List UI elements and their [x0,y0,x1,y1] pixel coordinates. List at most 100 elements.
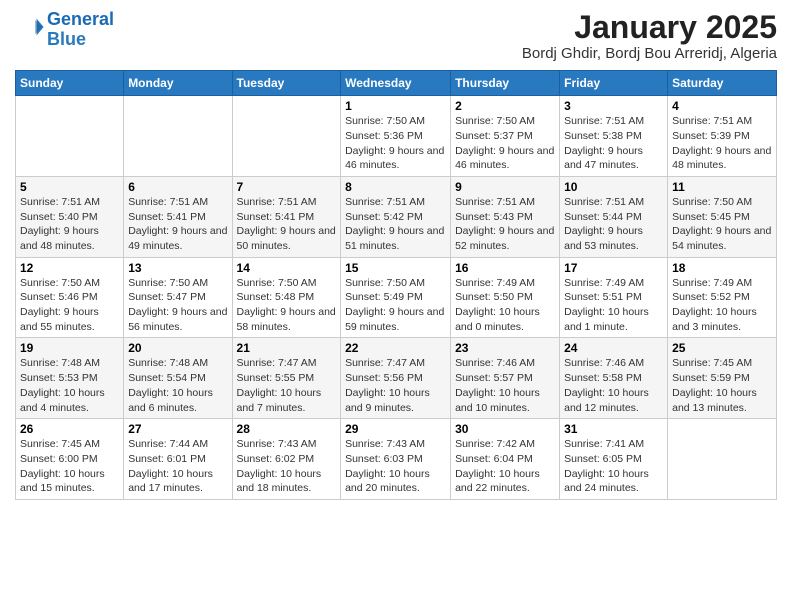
day-number: 3 [564,99,663,113]
day-info: Sunrise: 7:51 AM Sunset: 5:41 PM Dayligh… [237,195,337,254]
calendar-cell: 26Sunrise: 7:45 AM Sunset: 6:00 PM Dayli… [16,419,124,500]
day-info: Sunrise: 7:51 AM Sunset: 5:42 PM Dayligh… [345,195,446,254]
calendar-cell: 25Sunrise: 7:45 AM Sunset: 5:59 PM Dayli… [668,338,777,419]
day-info: Sunrise: 7:50 AM Sunset: 5:46 PM Dayligh… [20,276,119,335]
calendar-cell: 20Sunrise: 7:48 AM Sunset: 5:54 PM Dayli… [124,338,232,419]
calendar-cell: 23Sunrise: 7:46 AM Sunset: 5:57 PM Dayli… [451,338,560,419]
page-header: General Blue January 2025 Bordj Ghdir, B… [15,10,777,62]
day-number: 16 [455,261,555,275]
day-header-sunday: Sunday [16,71,124,96]
calendar-cell: 15Sunrise: 7:50 AM Sunset: 5:49 PM Dayli… [341,257,451,338]
calendar-cell: 4Sunrise: 7:51 AM Sunset: 5:39 PM Daylig… [668,96,777,177]
day-info: Sunrise: 7:49 AM Sunset: 5:52 PM Dayligh… [672,276,772,335]
day-info: Sunrise: 7:51 AM Sunset: 5:41 PM Dayligh… [128,195,227,254]
day-number: 6 [128,180,227,194]
day-number: 11 [672,180,772,194]
day-number: 19 [20,341,119,355]
day-number: 17 [564,261,663,275]
day-number: 1 [345,99,446,113]
day-info: Sunrise: 7:47 AM Sunset: 5:56 PM Dayligh… [345,356,446,415]
day-number: 28 [237,422,337,436]
calendar-cell: 27Sunrise: 7:44 AM Sunset: 6:01 PM Dayli… [124,419,232,500]
calendar-cell [124,96,232,177]
day-info: Sunrise: 7:45 AM Sunset: 5:59 PM Dayligh… [672,356,772,415]
day-info: Sunrise: 7:42 AM Sunset: 6:04 PM Dayligh… [455,437,555,496]
calendar-cell: 8Sunrise: 7:51 AM Sunset: 5:42 PM Daylig… [341,176,451,257]
day-info: Sunrise: 7:50 AM Sunset: 5:49 PM Dayligh… [345,276,446,335]
day-info: Sunrise: 7:49 AM Sunset: 5:51 PM Dayligh… [564,276,663,335]
day-number: 7 [237,180,337,194]
calendar-cell: 1Sunrise: 7:50 AM Sunset: 5:36 PM Daylig… [341,96,451,177]
week-row-3: 12Sunrise: 7:50 AM Sunset: 5:46 PM Dayli… [16,257,777,338]
day-number: 29 [345,422,446,436]
calendar-cell: 21Sunrise: 7:47 AM Sunset: 5:55 PM Dayli… [232,338,341,419]
day-number: 30 [455,422,555,436]
day-info: Sunrise: 7:50 AM Sunset: 5:36 PM Dayligh… [345,114,446,173]
day-number: 24 [564,341,663,355]
day-info: Sunrise: 7:45 AM Sunset: 6:00 PM Dayligh… [20,437,119,496]
calendar-title: January 2025 [522,10,777,45]
day-info: Sunrise: 7:44 AM Sunset: 6:01 PM Dayligh… [128,437,227,496]
calendar-cell: 14Sunrise: 7:50 AM Sunset: 5:48 PM Dayli… [232,257,341,338]
day-number: 14 [237,261,337,275]
calendar-cell: 24Sunrise: 7:46 AM Sunset: 5:58 PM Dayli… [560,338,668,419]
day-info: Sunrise: 7:49 AM Sunset: 5:50 PM Dayligh… [455,276,555,335]
day-number: 26 [20,422,119,436]
day-info: Sunrise: 7:46 AM Sunset: 5:58 PM Dayligh… [564,356,663,415]
day-info: Sunrise: 7:51 AM Sunset: 5:39 PM Dayligh… [672,114,772,173]
day-info: Sunrise: 7:50 AM Sunset: 5:37 PM Dayligh… [455,114,555,173]
day-number: 8 [345,180,446,194]
day-number: 25 [672,341,772,355]
calendar-cell: 6Sunrise: 7:51 AM Sunset: 5:41 PM Daylig… [124,176,232,257]
day-number: 12 [20,261,119,275]
days-header-row: SundayMondayTuesdayWednesdayThursdayFrid… [16,71,777,96]
calendar-cell: 2Sunrise: 7:50 AM Sunset: 5:37 PM Daylig… [451,96,560,177]
day-number: 13 [128,261,227,275]
calendar-cell: 18Sunrise: 7:49 AM Sunset: 5:52 PM Dayli… [668,257,777,338]
week-row-2: 5Sunrise: 7:51 AM Sunset: 5:40 PM Daylig… [16,176,777,257]
day-info: Sunrise: 7:51 AM Sunset: 5:38 PM Dayligh… [564,114,663,173]
day-info: Sunrise: 7:46 AM Sunset: 5:57 PM Dayligh… [455,356,555,415]
calendar-cell [232,96,341,177]
day-info: Sunrise: 7:51 AM Sunset: 5:40 PM Dayligh… [20,195,119,254]
day-number: 31 [564,422,663,436]
calendar-cell: 16Sunrise: 7:49 AM Sunset: 5:50 PM Dayli… [451,257,560,338]
calendar-cell: 12Sunrise: 7:50 AM Sunset: 5:46 PM Dayli… [16,257,124,338]
day-info: Sunrise: 7:50 AM Sunset: 5:48 PM Dayligh… [237,276,337,335]
day-number: 9 [455,180,555,194]
day-number: 10 [564,180,663,194]
logo-icon [17,13,45,41]
day-header-friday: Friday [560,71,668,96]
calendar-cell: 19Sunrise: 7:48 AM Sunset: 5:53 PM Dayli… [16,338,124,419]
calendar-cell: 9Sunrise: 7:51 AM Sunset: 5:43 PM Daylig… [451,176,560,257]
day-info: Sunrise: 7:50 AM Sunset: 5:45 PM Dayligh… [672,195,772,254]
calendar-cell [668,419,777,500]
day-header-saturday: Saturday [668,71,777,96]
calendar-cell: 17Sunrise: 7:49 AM Sunset: 5:51 PM Dayli… [560,257,668,338]
day-header-tuesday: Tuesday [232,71,341,96]
day-number: 2 [455,99,555,113]
day-number: 15 [345,261,446,275]
day-number: 22 [345,341,446,355]
day-number: 23 [455,341,555,355]
calendar-cell: 29Sunrise: 7:43 AM Sunset: 6:03 PM Dayli… [341,419,451,500]
calendar-cell: 5Sunrise: 7:51 AM Sunset: 5:40 PM Daylig… [16,176,124,257]
day-number: 4 [672,99,772,113]
calendar-cell: 3Sunrise: 7:51 AM Sunset: 5:38 PM Daylig… [560,96,668,177]
calendar-cell: 11Sunrise: 7:50 AM Sunset: 5:45 PM Dayli… [668,176,777,257]
day-header-monday: Monday [124,71,232,96]
calendar-cell: 10Sunrise: 7:51 AM Sunset: 5:44 PM Dayli… [560,176,668,257]
day-info: Sunrise: 7:41 AM Sunset: 6:05 PM Dayligh… [564,437,663,496]
day-info: Sunrise: 7:51 AM Sunset: 5:44 PM Dayligh… [564,195,663,254]
day-info: Sunrise: 7:48 AM Sunset: 5:53 PM Dayligh… [20,356,119,415]
day-info: Sunrise: 7:50 AM Sunset: 5:47 PM Dayligh… [128,276,227,335]
day-number: 27 [128,422,227,436]
day-info: Sunrise: 7:51 AM Sunset: 5:43 PM Dayligh… [455,195,555,254]
calendar-cell: 22Sunrise: 7:47 AM Sunset: 5:56 PM Dayli… [341,338,451,419]
calendar-cell: 31Sunrise: 7:41 AM Sunset: 6:05 PM Dayli… [560,419,668,500]
week-row-4: 19Sunrise: 7:48 AM Sunset: 5:53 PM Dayli… [16,338,777,419]
day-number: 5 [20,180,119,194]
calendar-cell [16,96,124,177]
logo-text: General Blue [47,10,114,50]
calendar-table: SundayMondayTuesdayWednesdayThursdayFrid… [15,70,777,500]
